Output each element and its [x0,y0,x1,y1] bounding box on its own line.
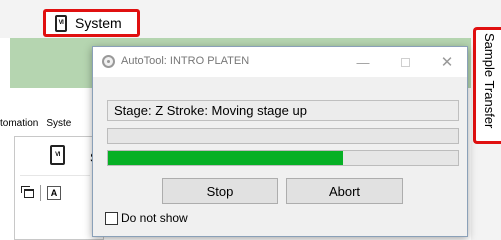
window-icon[interactable] [21,185,34,198]
do-not-show-label: Do not show [121,211,188,225]
step-progress-fill [108,151,343,165]
sample-transfer-label: Sample Transfer [482,33,497,129]
app-icon [102,55,115,68]
maximize-icon [400,57,410,67]
system-label: System [75,15,122,31]
close-icon: ✕ [440,54,454,71]
minimize-button[interactable]: — [348,52,378,72]
overall-progress-bar [107,128,459,144]
panel-vi-icon: VI [50,145,65,165]
maximize-button[interactable] [390,52,420,72]
panel-vi-icon-wrap: VI [50,145,65,165]
autotool-dialog: AutoTool: INTRO PLATEN — ✕ Stage: Z Stro… [92,46,468,237]
minimize-icon: — [356,54,370,70]
panel-tools: A [21,185,61,201]
background-tab-strip: tomation Syste [0,118,100,136]
step-progress-bar [107,150,459,166]
font-icon[interactable]: A [47,186,61,200]
abort-button[interactable]: Abort [286,178,403,204]
system-tab[interactable]: VI System [43,9,140,37]
panel-divider [20,175,90,176]
sample-transfer-tab[interactable]: Sample Transfer [473,27,501,144]
dialog-title: AutoTool: INTRO PLATEN [121,55,250,67]
dialog-body: Stage: Z Stroke: Moving stage up Stop Ab… [93,77,467,236]
do-not-show-option[interactable]: Do not show [105,211,188,225]
dialog-titlebar[interactable]: AutoTool: INTRO PLATEN — ✕ [93,47,467,77]
do-not-show-checkbox[interactable] [105,211,118,225]
tab-automation[interactable]: tomation [0,118,38,129]
tool-separator [40,185,41,201]
tab-system[interactable]: Syste [46,118,71,129]
vi-icon: VI [55,14,67,32]
status-text-field: Stage: Z Stroke: Moving stage up [107,100,459,121]
close-button[interactable]: ✕ [432,52,462,72]
stop-button[interactable]: Stop [162,178,278,204]
